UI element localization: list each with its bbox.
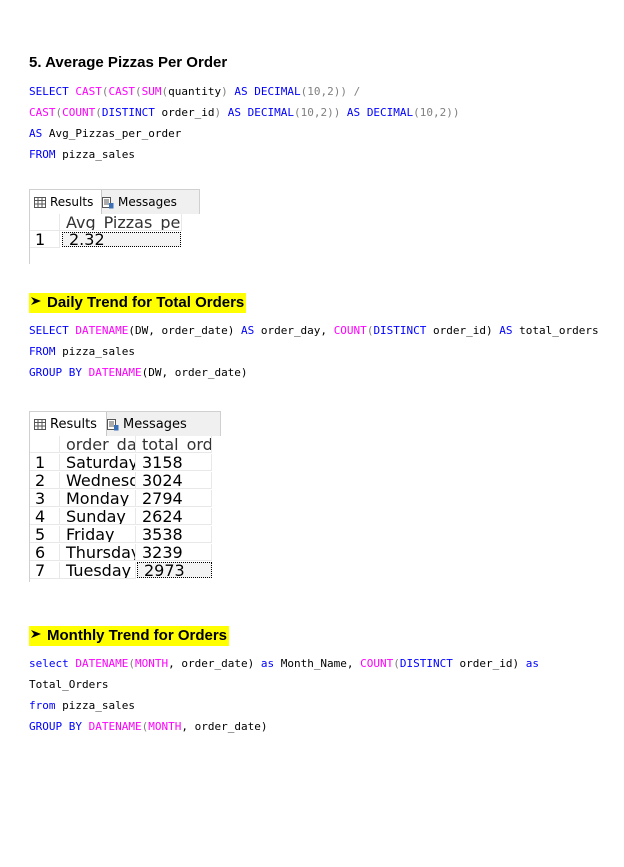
column-header[interactable]: total_orders — [136, 436, 212, 453]
row-header-corner — [30, 214, 60, 231]
code-line: select DATENAME(MONTH, order_date) as Mo… — [29, 657, 540, 670]
row-number: 3 — [30, 490, 60, 507]
code-line: FROM pizza_sales — [29, 148, 135, 161]
row-number: 1 — [30, 231, 60, 248]
section-heading-daily-trend: Daily Trend for Total Orders — [29, 293, 247, 313]
table-cell[interactable]: 3158 — [136, 454, 212, 471]
table-cell[interactable]: Monday — [60, 490, 136, 507]
code-line: CAST(COUNT(DISTINCT order_id) AS DECIMAL… — [29, 106, 460, 119]
table-cell[interactable]: 2973 — [137, 562, 212, 578]
row-number: 4 — [30, 508, 60, 525]
table-cell[interactable]: 3538 — [136, 526, 212, 543]
section-heading-monthly-trend: Monthly Trend for Orders — [29, 626, 230, 646]
table-cell[interactable]: 3024 — [136, 472, 212, 489]
tab-messages[interactable]: Messages — [103, 412, 191, 436]
arrow-bullet-icon — [29, 626, 47, 646]
row-number: 2 — [30, 472, 60, 489]
table-cell[interactable]: 2624 — [136, 508, 212, 525]
table-cell[interactable]: Wednesday — [60, 472, 136, 489]
results-tabbar: Results Messages — [29, 411, 221, 436]
row-number: 6 — [30, 544, 60, 561]
code-line: from pizza_sales — [29, 699, 135, 712]
code-line: GROUP BY DATENAME(MONTH, order_date) — [29, 720, 268, 733]
tab-messages[interactable]: Messages — [98, 190, 181, 214]
code-line: AS Avg_Pizzas_per_order — [29, 127, 182, 140]
results-tabbar: Results Messages — [29, 189, 200, 214]
messages-icon — [107, 418, 119, 430]
section-heading-avg-pizzas: 5. Average Pizzas Per Order — [29, 54, 228, 71]
table-cell[interactable]: Sunday — [60, 508, 136, 525]
row-number: 5 — [30, 526, 60, 543]
code-line: FROM pizza_sales — [29, 345, 135, 358]
grid-icon — [34, 419, 46, 430]
table-cell[interactable]: 3239 — [136, 544, 212, 561]
row-number: 7 — [30, 562, 60, 579]
table-cell[interactable]: Thursday — [60, 544, 136, 561]
tab-results[interactable]: Results — [30, 190, 102, 214]
row-number: 1 — [30, 454, 60, 471]
code-line: GROUP BY DATENAME(DW, order_date) — [29, 366, 248, 379]
code-line: Total_Orders — [29, 678, 109, 691]
results-grid: Avg_Pizzas_per_order 1 2.32 — [29, 214, 200, 264]
tab-results[interactable]: Results — [30, 412, 107, 436]
arrow-bullet-icon — [29, 293, 47, 313]
table-cell[interactable]: Saturday — [60, 454, 136, 471]
code-line: SELECT DATENAME(DW, order_date) AS order… — [29, 324, 599, 337]
table-cell[interactable]: Tuesday — [60, 562, 136, 579]
table-cell[interactable]: 2794 — [136, 490, 212, 507]
table-cell[interactable]: 2.32 — [62, 232, 181, 247]
column-header[interactable]: Avg_Pizzas_per_order — [60, 214, 182, 231]
table-cell[interactable]: Friday — [60, 526, 136, 543]
messages-icon — [102, 196, 114, 208]
code-line: SELECT CAST(CAST(SUM(quantity) AS DECIMA… — [29, 85, 361, 98]
column-header[interactable]: order_day — [60, 436, 136, 453]
results-grid: order_day total_orders 1 Saturday 3158 2… — [29, 436, 220, 582]
grid-icon — [34, 197, 46, 208]
row-header-corner — [30, 436, 60, 453]
